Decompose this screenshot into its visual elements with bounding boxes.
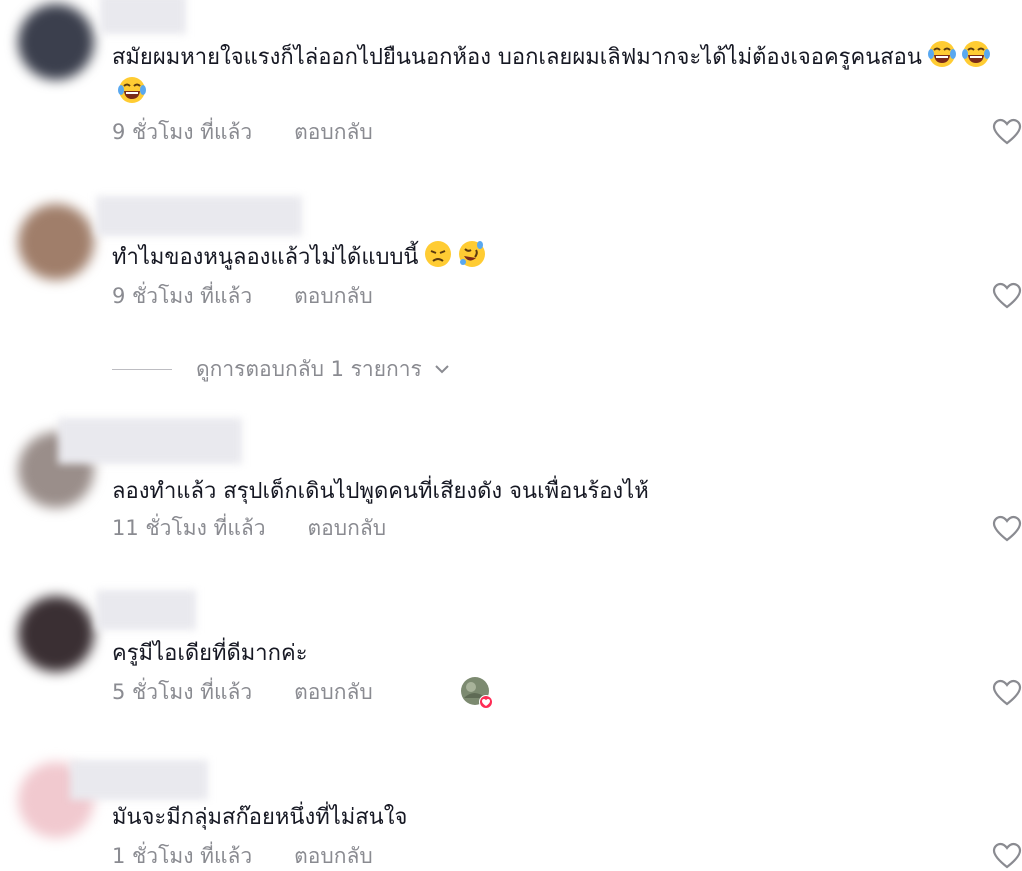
reply-button[interactable]: ตอบกลับ <box>294 677 373 707</box>
timestamp: 9 ชั่วโมง ที่แล้ว <box>112 284 253 308</box>
rolling-on-floor-laughing-emoji <box>459 241 486 267</box>
divider-line <box>112 368 172 370</box>
comment-text: สมัยผมหายใจแรงก็ไล่ออกไปยืนนอกห้อง บอกเล… <box>112 40 1012 112</box>
reply-button[interactable]: ตอบกลับ <box>294 117 373 147</box>
avatar[interactable] <box>18 596 94 672</box>
username-blurred[interactable] <box>58 418 242 464</box>
chevron-down-icon <box>435 365 449 374</box>
reply-button[interactable]: ตอบกลับ <box>294 841 373 871</box>
tears-of-joy-emoji <box>961 41 990 67</box>
comment-text: มันจะมีกลุ่มสก๊อยหนึ่งที่ไม่สนใจ <box>112 800 1012 836</box>
reply-button[interactable]: ตอบกลับ <box>308 513 387 543</box>
avatar[interactable] <box>18 204 94 280</box>
heart-icon[interactable] <box>992 842 1022 870</box>
view-replies-label: ดูการตอบกลับ 1 รายการ <box>196 356 422 381</box>
heart-icon[interactable] <box>992 282 1022 310</box>
view-replies-button[interactable]: ดูการตอบกลับ 1 รายการ <box>112 352 450 386</box>
avatar[interactable] <box>18 4 94 80</box>
comment-body: ครูมีไอเดียที่ดีมากค่ะ <box>112 641 308 666</box>
timestamp: 1 ชั่วโมง ที่แล้ว <box>112 844 253 868</box>
timestamp: 9 ชั่วโมง ที่แล้ว <box>112 120 253 144</box>
comment-meta: 9 ชั่วโมง ที่แล้ว ตอบกลับ <box>112 281 373 311</box>
comment-meta: 5 ชั่วโมง ที่แล้ว ตอบกลับ <box>112 677 373 707</box>
comment-body: มันจะมีกลุ่มสก๊อยหนึ่งที่ไม่สนใจ <box>112 805 408 830</box>
username-blurred[interactable] <box>96 590 196 630</box>
username-blurred[interactable] <box>96 196 302 236</box>
heart-icon[interactable] <box>992 679 1022 707</box>
comment-body: สมัยผมหายใจแรงก็ไล่ออกไปยืนนอกห้อง บอกเล… <box>112 45 922 70</box>
comment-text: ครูมีไอเดียที่ดีมากค่ะ <box>112 636 1012 672</box>
comment-meta: 9 ชั่วโมง ที่แล้ว ตอบกลับ <box>112 117 373 147</box>
username-blurred[interactable] <box>100 0 186 34</box>
username-blurred[interactable] <box>70 760 208 800</box>
comment-meta: 1 ชั่วโมง ที่แล้ว ตอบกลับ <box>112 841 373 871</box>
timestamp: 5 ชั่วโมง ที่แล้ว <box>112 680 253 704</box>
disappointed-emoji <box>425 241 452 267</box>
tears-of-joy-emoji <box>118 77 146 103</box>
comment-body: ลองทำแล้ว สรุปเด็กเดินไปพูดคนที่เสียงดัง… <box>112 479 649 504</box>
heart-icon[interactable] <box>992 515 1022 543</box>
comment-text: ทำไมของหนูลองแล้วไม่ได้แบบนี้ <box>112 240 1012 276</box>
reply-button[interactable]: ตอบกลับ <box>294 281 373 311</box>
comment-body: ทำไมของหนูลองแล้วไม่ได้แบบนี้ <box>112 245 419 270</box>
creator-liked-badge <box>461 677 493 709</box>
comment-meta: 11 ชั่วโมง ที่แล้ว ตอบกลับ <box>112 513 386 543</box>
comment-text: ลองทำแล้ว สรุปเด็กเดินไปพูดคนที่เสียงดัง… <box>112 474 1012 510</box>
tears-of-joy-emoji <box>927 41 956 67</box>
timestamp: 11 ชั่วโมง ที่แล้ว <box>112 516 266 540</box>
heart-icon[interactable] <box>992 118 1022 146</box>
